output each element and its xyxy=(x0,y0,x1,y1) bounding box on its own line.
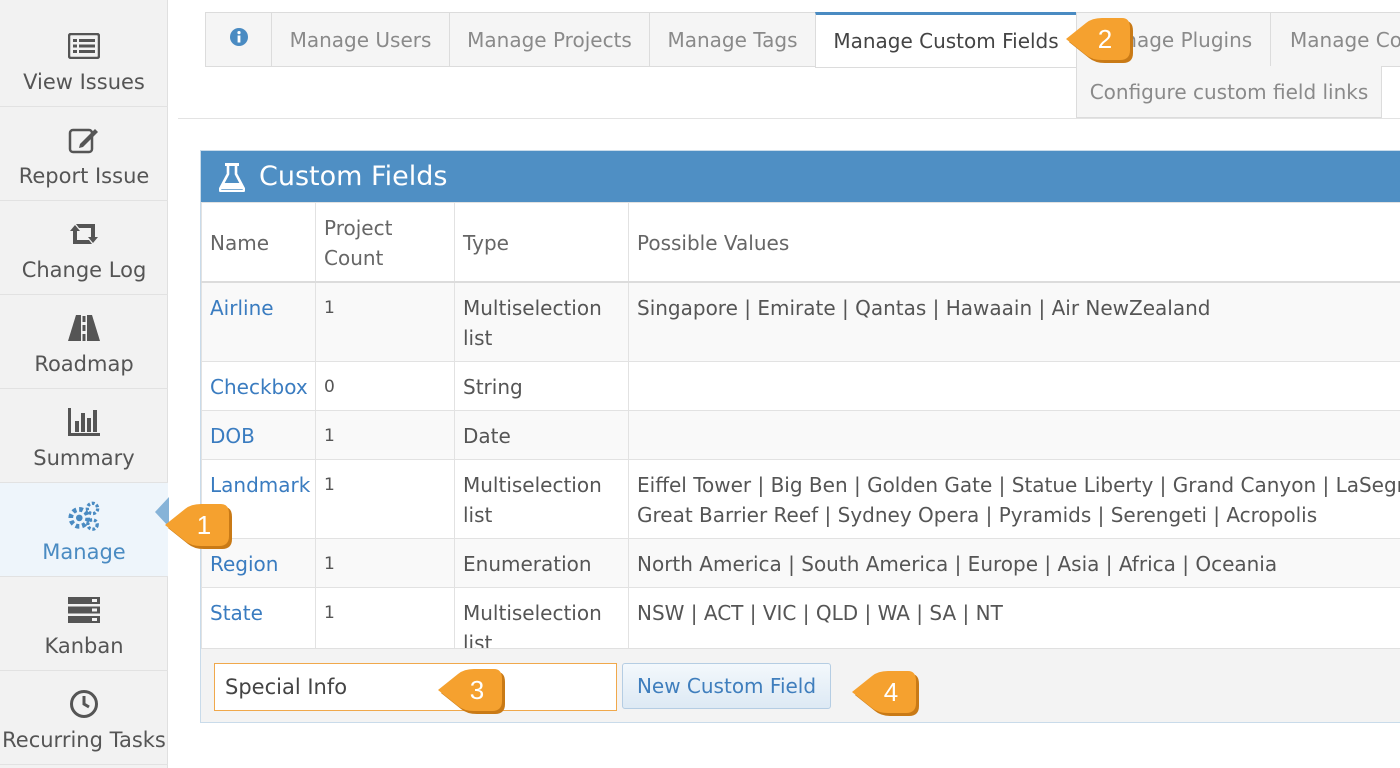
retweet-icon xyxy=(67,218,101,250)
possible-values xyxy=(628,361,1400,411)
sidebar-item-recurring-tasks[interactable]: Recurring Tasks xyxy=(0,671,168,765)
new-field-bar: New Custom Field xyxy=(201,648,1400,722)
sidebar-item-label: Kanban xyxy=(44,634,124,658)
tab-manage-configuration[interactable]: Manage Co xyxy=(1270,12,1400,67)
list-icon xyxy=(67,30,101,62)
possible-values: Eiffel Tower | Big Ben | Golden Gate | S… xyxy=(628,459,1400,539)
tab-manage-projects[interactable]: Manage Projects xyxy=(449,12,649,67)
project-count: 1 xyxy=(315,459,455,539)
tab-configure-custom-field-links[interactable]: Configure custom field links xyxy=(1076,66,1382,118)
callout-number: 1 xyxy=(196,510,212,540)
column-header-possible-values[interactable]: Possible Values xyxy=(628,202,1400,283)
sidebar-item-label: Manage xyxy=(42,540,126,564)
edit-icon xyxy=(67,124,101,156)
callout-step-1: 1 xyxy=(163,500,253,550)
field-type: Date xyxy=(454,410,629,460)
tab-manage-custom-fields[interactable]: Manage Custom Fields xyxy=(815,12,1076,68)
field-type: String xyxy=(454,361,629,411)
possible-values: North America | South America | Europe |… xyxy=(628,538,1400,588)
project-count: 0 xyxy=(315,361,455,411)
bar-chart-icon xyxy=(67,406,101,438)
sidebar-item-summary[interactable]: Summary xyxy=(0,389,168,483)
sidebar-item-label: Report Issue xyxy=(18,164,150,188)
sidebar-item-change-log[interactable]: Change Log xyxy=(0,201,168,295)
project-count: 1 xyxy=(315,281,455,362)
field-type: Multiselection list xyxy=(454,459,629,539)
possible-values xyxy=(628,410,1400,460)
sidebar-item-label: Change Log xyxy=(21,258,147,282)
sidebar-item-label: View Issues xyxy=(23,70,145,94)
field-name-link[interactable]: Checkbox xyxy=(201,361,316,411)
server-icon xyxy=(67,594,101,626)
admin-tabs: Manage Users Manage Projects Manage Tags… xyxy=(205,12,1400,68)
tabs-divider xyxy=(178,118,1400,119)
road-icon xyxy=(67,312,101,344)
table-row: DOB 1 Date xyxy=(201,410,1400,460)
callout-number: 2 xyxy=(1097,24,1113,54)
panel-title: Custom Fields xyxy=(259,161,448,192)
sidebar-item-kanban[interactable]: Kanban xyxy=(0,577,168,671)
column-header-name[interactable]: Name xyxy=(201,202,316,283)
table-row: Airline 1 Multiselection list Singapore … xyxy=(201,281,1400,362)
gears-icon xyxy=(67,500,101,532)
table-row: Checkbox 0 String xyxy=(201,361,1400,411)
sidebar-item-label: Summary xyxy=(33,446,135,470)
callout-number: 4 xyxy=(883,677,899,707)
project-count: 1 xyxy=(315,410,455,460)
custom-fields-table: Name Project Count Type Possible Values A… xyxy=(201,202,1400,667)
clock-icon xyxy=(67,688,101,720)
callout-number: 3 xyxy=(469,675,485,705)
sidebar-item-label: Roadmap xyxy=(34,352,134,376)
field-type: Enumeration xyxy=(454,538,629,588)
column-header-type[interactable]: Type xyxy=(454,202,629,283)
new-custom-field-input[interactable] xyxy=(214,663,617,711)
table-header-row: Name Project Count Type Possible Values xyxy=(201,202,1400,283)
sidebar-item-report-issue[interactable]: Report Issue xyxy=(0,107,168,201)
sidebar-item-label: Recurring Tasks xyxy=(2,728,166,752)
tab-info[interactable] xyxy=(205,12,271,67)
sidebar: View Issues Report Issue Change Log Road… xyxy=(0,0,168,768)
callout-step-2: 2 xyxy=(1064,14,1154,64)
table-row: Landmark 1 Multiselection list Eiffel To… xyxy=(201,459,1400,539)
callout-step-3: 3 xyxy=(436,665,526,715)
field-name-link[interactable]: DOB xyxy=(201,410,316,460)
tab-manage-tags[interactable]: Manage Tags xyxy=(649,12,815,67)
callout-step-4: 4 xyxy=(850,667,940,717)
custom-fields-panel: Custom Fields Name Project Count Type Pos… xyxy=(200,150,1400,723)
field-name-link[interactable]: Airline xyxy=(201,281,316,362)
flask-icon xyxy=(218,162,246,192)
field-type: Multiselection list xyxy=(454,281,629,362)
column-header-project-count[interactable]: Project Count xyxy=(315,202,455,283)
possible-values: Singapore | Emirate | Qantas | Hawaain |… xyxy=(628,281,1400,362)
sidebar-item-roadmap[interactable]: Roadmap xyxy=(0,295,168,389)
new-custom-field-button[interactable]: New Custom Field xyxy=(622,663,831,709)
project-count: 1 xyxy=(315,538,455,588)
info-icon xyxy=(229,27,249,52)
panel-header: Custom Fields xyxy=(201,151,1400,202)
tab-manage-users[interactable]: Manage Users xyxy=(271,12,449,67)
sidebar-item-manage[interactable]: Manage xyxy=(0,483,168,577)
sidebar-item-view-issues[interactable]: View Issues xyxy=(0,13,168,107)
table-row: Region 1 Enumeration North America | Sou… xyxy=(201,538,1400,588)
